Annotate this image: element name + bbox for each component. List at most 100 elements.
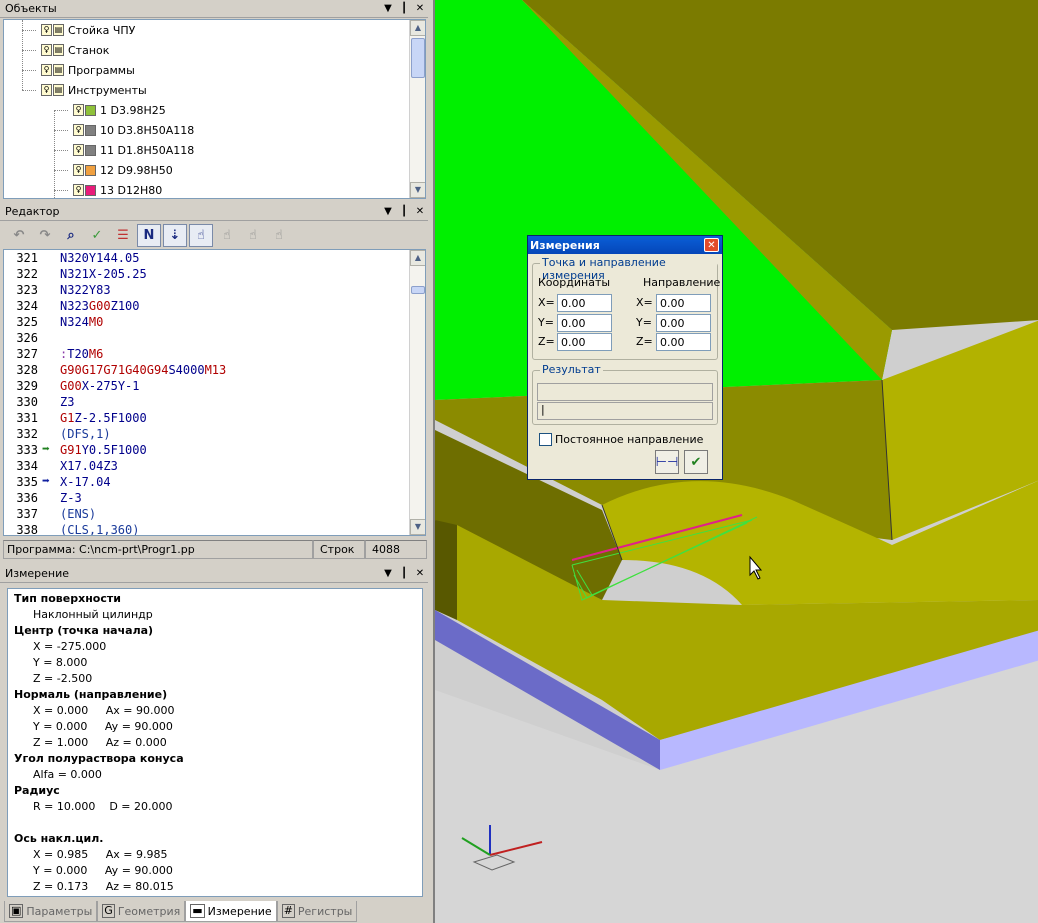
visibility-bulb-icon[interactable]: ♀: [41, 84, 52, 96]
code-line[interactable]: 322 N321X-205.25: [4, 266, 410, 282]
tree-item[interactable]: ♀ ▤ Станок: [41, 41, 109, 59]
scroll-down-icon[interactable]: ▼: [410, 182, 425, 198]
code-line[interactable]: 321 N320Y144.05: [4, 250, 410, 266]
visibility-bulb-icon[interactable]: ♀: [73, 124, 84, 136]
tree-connector: [54, 130, 68, 131]
visibility-bulb-icon[interactable]: ♀: [73, 184, 84, 196]
visibility-bulb-icon[interactable]: ♀: [41, 24, 52, 36]
tree-item[interactable]: ♀ 13 D12H80: [73, 181, 162, 198]
dir-x-field[interactable]: 0.00: [656, 294, 711, 312]
code-scrollbar[interactable]: ▲ ▼: [409, 250, 425, 535]
code-line[interactable]: 333 ➡ G91Y0.5F1000: [4, 442, 410, 458]
dir-y-field[interactable]: 0.00: [656, 314, 711, 332]
measure-value: Z = 1.000 Az = 0.000: [33, 735, 167, 749]
code-editor[interactable]: 321 N320Y144.05 322 N321X-205.25 323 N322Y83 3…: [3, 249, 426, 536]
constant-direction-checkbox[interactable]: [539, 433, 552, 446]
tree-connector: [22, 30, 36, 31]
code-line[interactable]: 335 ➡ X-17.04: [4, 474, 410, 490]
code-line[interactable]: 323 N322Y83: [4, 282, 410, 298]
scroll-down-icon[interactable]: ▼: [410, 519, 425, 535]
panel-menu-icon[interactable]: ▼: [380, 3, 396, 14]
tree-scrollbar[interactable]: ▲ ▼: [409, 20, 425, 198]
close-icon[interactable]: ✕: [412, 568, 428, 579]
hand-step-icon[interactable]: ☝: [215, 224, 239, 247]
redo-icon[interactable]: ↷: [33, 224, 57, 247]
code-text: G90G17G71G40G94S4000M13: [60, 363, 226, 377]
step-icon[interactable]: ⇣: [163, 223, 187, 247]
tree-item[interactable]: ♀ 1 D3.98H25: [73, 101, 166, 119]
code-line[interactable]: 328 G90G17G71G40G94S4000M13: [4, 362, 410, 378]
coord-z-field[interactable]: 0.00: [557, 333, 612, 351]
line-numbers-icon[interactable]: N: [137, 223, 161, 247]
tree-item[interactable]: ♀ ▤ Стойка ЧПУ: [41, 21, 135, 39]
measure-section-title: Угол полураствора конуса: [14, 751, 184, 765]
code-token: G90: [60, 363, 82, 377]
tab-Геометрия[interactable]: G Геометрия: [97, 901, 186, 922]
undo-icon[interactable]: ↶: [7, 224, 31, 247]
tab-Регистры[interactable]: # Регистры: [276, 901, 358, 922]
tab-Измерение[interactable]: ▬ Измерение: [185, 901, 277, 922]
direction-label: Направление: [643, 276, 721, 289]
code-line[interactable]: 329 G00X-275Y-1: [4, 378, 410, 394]
hand-back-icon[interactable]: ☝: [241, 224, 265, 247]
visibility-bulb-icon[interactable]: ♀: [73, 104, 84, 116]
code-line[interactable]: 332 (DFS,1): [4, 426, 410, 442]
code-line[interactable]: 338 (CLS,1,360): [4, 522, 410, 536]
visibility-bulb-icon[interactable]: ♀: [73, 164, 84, 176]
lines-label: Строк: [313, 540, 365, 559]
line-number: 333: [16, 443, 38, 457]
visibility-bulb-icon[interactable]: ♀: [73, 144, 84, 156]
code-line[interactable]: 324 N323G00Z100: [4, 298, 410, 314]
code-line[interactable]: 330 Z3: [4, 394, 410, 410]
result-line-2: |: [537, 402, 713, 420]
list-icon[interactable]: ☰: [111, 224, 135, 247]
hand-icon[interactable]: ☝: [189, 223, 213, 247]
code-token: X-275: [81, 379, 118, 393]
hand-stop-icon[interactable]: ☝: [267, 224, 291, 247]
line-number: 336: [16, 491, 38, 505]
visibility-bulb-icon[interactable]: ♀: [41, 44, 52, 56]
code-line[interactable]: 334 X17.04Z3: [4, 458, 410, 474]
tree-item[interactable]: ♀ 11 D1.8H50A118: [73, 141, 194, 159]
pin-icon[interactable]: ┃: [396, 206, 412, 217]
find-icon[interactable]: ⌕: [59, 224, 83, 247]
coord-x-field[interactable]: 0.00: [557, 294, 612, 312]
close-icon[interactable]: ✕: [412, 3, 428, 14]
code-line[interactable]: 326: [4, 330, 410, 346]
measure-value: Z = 0.173 Az = 80.015: [33, 879, 174, 893]
pin-icon[interactable]: ┃: [396, 568, 412, 579]
visibility-bulb-icon[interactable]: ♀: [41, 64, 52, 76]
code-token: N324: [60, 315, 89, 329]
close-icon[interactable]: ✕: [412, 206, 428, 217]
constant-direction-label: Постоянное направление: [555, 433, 704, 446]
dir-z-field[interactable]: 0.00: [656, 333, 711, 351]
panel-menu-icon[interactable]: ▼: [380, 206, 396, 217]
tab-Параметры[interactable]: ▣ Параметры: [4, 901, 98, 922]
scroll-up-icon[interactable]: ▲: [410, 250, 425, 266]
code-line[interactable]: 337 (ENS): [4, 506, 410, 522]
measure-value: X = -275.000: [33, 639, 107, 653]
dialog-close-icon[interactable]: ✕: [704, 238, 719, 252]
code-line[interactable]: 336 Z-3: [4, 490, 410, 506]
tree-item[interactable]: ♀ 10 D3.8H50A118: [73, 121, 194, 139]
scroll-up-icon[interactable]: ▲: [410, 20, 425, 36]
measure-value: Наклонный цилиндр: [33, 607, 153, 621]
apply-icon[interactable]: ✔: [684, 450, 708, 474]
panel-menu-icon[interactable]: ▼: [380, 568, 396, 579]
3d-viewport[interactable]: [433, 0, 1038, 923]
code-line[interactable]: 327:T20M6: [4, 346, 410, 362]
code-text: (CLS,1,360): [60, 523, 140, 536]
tree-item[interactable]: -♀▤Инструменты: [41, 81, 147, 99]
scroll-thumb[interactable]: [411, 286, 425, 294]
coord-y-field[interactable]: 0.00: [557, 314, 612, 332]
code-line[interactable]: 331 G1Z-2.5F1000: [4, 410, 410, 426]
tree-connector: [22, 90, 36, 91]
scroll-thumb[interactable]: [411, 38, 425, 78]
y-label: Y=: [538, 316, 554, 329]
code-line[interactable]: 325 N324M0: [4, 314, 410, 330]
check-icon[interactable]: ✓: [85, 224, 109, 247]
tree-item[interactable]: +♀▤Программы: [41, 61, 135, 79]
pin-icon[interactable]: ┃: [396, 3, 412, 14]
measure-icon[interactable]: ⊢⊣: [655, 450, 679, 474]
tree-item[interactable]: ♀ 12 D9.98H50: [73, 161, 173, 179]
